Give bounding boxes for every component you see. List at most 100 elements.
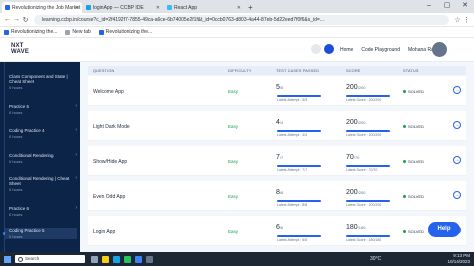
difficulty-label: Easy (228, 124, 239, 129)
table-row[interactable]: Show/Hide App Easy 7/7 Latest Attempt : 7/7… (88, 146, 466, 176)
test-cases-total: /6 (279, 225, 284, 230)
back-icon[interactable]: ← (3, 16, 12, 23)
maximize-icon[interactable]: ▢ (438, 0, 456, 13)
progress-fill (277, 200, 321, 202)
sidebar-item[interactable]: Conditional Rendering › 0 hours (9, 153, 77, 165)
table-row[interactable]: Light Dark Mode Easy 4/4 Latest Attempt : 4… (88, 111, 466, 141)
address-bar: ← → ↻ learning.ccbp.in/course?c_id=2f419… (0, 13, 474, 27)
test-cases-progress-bar (277, 130, 321, 132)
open-question-arrow-icon[interactable]: → (453, 86, 461, 94)
menu-icon[interactable]: ⋮ (462, 16, 471, 24)
file-explorer-icon[interactable] (102, 255, 109, 263)
open-question-arrow-icon[interactable]: → (453, 191, 461, 199)
tab-title: Revolutionizing the Job Market (12, 4, 81, 11)
nxtwave-logo[interactable]: NXT WAVE (11, 43, 29, 55)
minimize-icon[interactable]: – (420, 0, 438, 13)
vscode-icon[interactable] (135, 255, 142, 263)
score: 180 (346, 224, 358, 231)
sidebar-item-duration: 0 hours (9, 187, 23, 192)
edge-icon[interactable] (113, 255, 120, 263)
store-icon[interactable] (146, 255, 153, 263)
tab-title: loginApp — CCBP IDE (93, 4, 144, 11)
task-view-icon[interactable] (91, 255, 98, 263)
sidebar-item-label: Coding Practice 4 (9, 128, 45, 133)
progress-fill (346, 235, 390, 237)
progress-fill (277, 95, 321, 97)
streak-icon[interactable] (311, 44, 321, 54)
system-tray-clock[interactable]: 9:13 PM 10/14/2023 (447, 253, 470, 265)
sidebar-item-label: Practice 5 (9, 104, 30, 109)
taskbar-search-input[interactable]: Search (15, 255, 85, 263)
test-cases-total: /7 (279, 155, 284, 160)
close-tab-icon[interactable]: ✕ (237, 5, 241, 11)
sidebar-item[interactable]: Practice 5 › 0 hours (9, 104, 77, 116)
chevron-right-icon: › (75, 127, 77, 133)
sidebar-item[interactable]: Practice 6 › 0 hours (9, 206, 77, 218)
code-playground-link[interactable]: Code Playground (361, 47, 400, 53)
sidebar-item-active[interactable]: Coding Practice 5 0 hours (5, 228, 77, 239)
sidebar-item-label: Conditional Rendering | Cheat Sheet (9, 176, 70, 186)
browser-tab-bar: Revolutionizing the Job Market ✕ loginAp… (0, 0, 474, 13)
test-cases-progress-bar (277, 200, 321, 202)
table-row[interactable]: Even Odd App Easy 8/8 Latest Attempt : 8/8 2… (88, 181, 466, 211)
close-tab-icon[interactable]: ✕ (75, 5, 79, 11)
status-dot-icon (403, 230, 406, 233)
latest-score: Latest Score : 200/200 (346, 203, 382, 207)
course-sidebar: Class Component and State | Cheat Sheet … (0, 62, 80, 252)
status-dot-icon (403, 90, 406, 93)
question-name[interactable]: Even Odd App (93, 194, 125, 200)
close-tab-icon[interactable]: ✕ (156, 5, 160, 11)
column-header-test-cases: TEST CASES PASSED (276, 69, 320, 73)
test-cases-total: /4 (279, 120, 284, 125)
reload-icon[interactable]: ↻ (21, 16, 30, 24)
score-total: /200 (357, 190, 366, 195)
open-question-arrow-icon[interactable]: → (453, 156, 461, 164)
open-question-arrow-icon[interactable]: → (453, 121, 461, 129)
browser-tab[interactable]: loginApp — CCBP IDE ✕ (83, 2, 163, 13)
windows-start-icon[interactable] (4, 255, 11, 263)
question-name[interactable]: Welcome App (93, 89, 124, 95)
question-name[interactable]: Show/Hide App (93, 159, 127, 165)
weather-widget[interactable]: 30°C (370, 256, 381, 262)
home-link[interactable]: Home (340, 47, 353, 53)
close-window-icon[interactable]: ✕ (456, 0, 474, 13)
bookmark-star-icon[interactable]: ☆ (453, 16, 462, 24)
forward-icon[interactable]: → (12, 16, 21, 23)
score-total: /200 (357, 120, 366, 125)
table-row[interactable]: Login App Easy 6/6 Latest Attempt : 6/6 180/… (88, 216, 466, 246)
table-row[interactable]: Welcome App Easy 5/5 Latest Attempt : 5/5 20… (88, 76, 466, 106)
status-dot-icon (403, 125, 406, 128)
status-dot-icon (403, 160, 406, 163)
new-tab-icon[interactable]: + (248, 2, 253, 13)
sidebar-item[interactable]: Conditional Rendering | Cheat Sheet › 0 … (9, 176, 77, 193)
sidebar-item[interactable]: Class Component and State | Cheat Sheet … (9, 74, 77, 90)
browser-tab[interactable]: React App ✕ (164, 2, 244, 13)
latest-score: Latest Score : 180/180 (346, 238, 382, 242)
os-taskbar: Search 30°C 9:13 PM 10/14/2023 (0, 252, 474, 266)
score-total: /180 (357, 225, 366, 230)
question-name[interactable]: Login App (93, 229, 115, 235)
sidebar-item[interactable]: Coding Practice 4 › 0 hours (9, 127, 77, 140)
browser-tab[interactable]: Revolutionizing the Job Market ✕ (2, 2, 82, 13)
question-name[interactable]: Light Dark Mode (93, 124, 130, 130)
sidebar-item-label: Coding Practice 5 (9, 228, 45, 233)
status-badge: SOLVED (403, 194, 424, 199)
help-button[interactable]: Help (428, 222, 460, 237)
score-progress-bar (346, 200, 390, 202)
notifications-icon[interactable] (324, 44, 334, 54)
bookmarks-bar: Revolutionizing the... New tab Revolutio… (0, 27, 474, 38)
avatar[interactable] (432, 42, 447, 57)
test-cases-value: 6/6 (276, 224, 283, 231)
chrome-icon[interactable] (124, 255, 131, 263)
bookmark-item[interactable]: New tab (65, 29, 91, 35)
score-progress-bar (346, 235, 390, 237)
status-badge: SOLVED (403, 229, 424, 234)
bookmark-item[interactable]: Revolutionizing the... (98, 29, 152, 35)
test-cases-progress-bar (277, 235, 321, 237)
progress-fill (346, 200, 390, 202)
sidebar-item-label: Conditional Rendering (9, 153, 54, 158)
bookmark-item[interactable]: Revolutionizing the... (4, 29, 57, 35)
difficulty-label: Easy (228, 89, 239, 94)
tab-title: React App (174, 4, 198, 11)
url-input[interactable]: learning.ccbp.in/course?c_id=2f4192f7-78… (34, 14, 449, 25)
